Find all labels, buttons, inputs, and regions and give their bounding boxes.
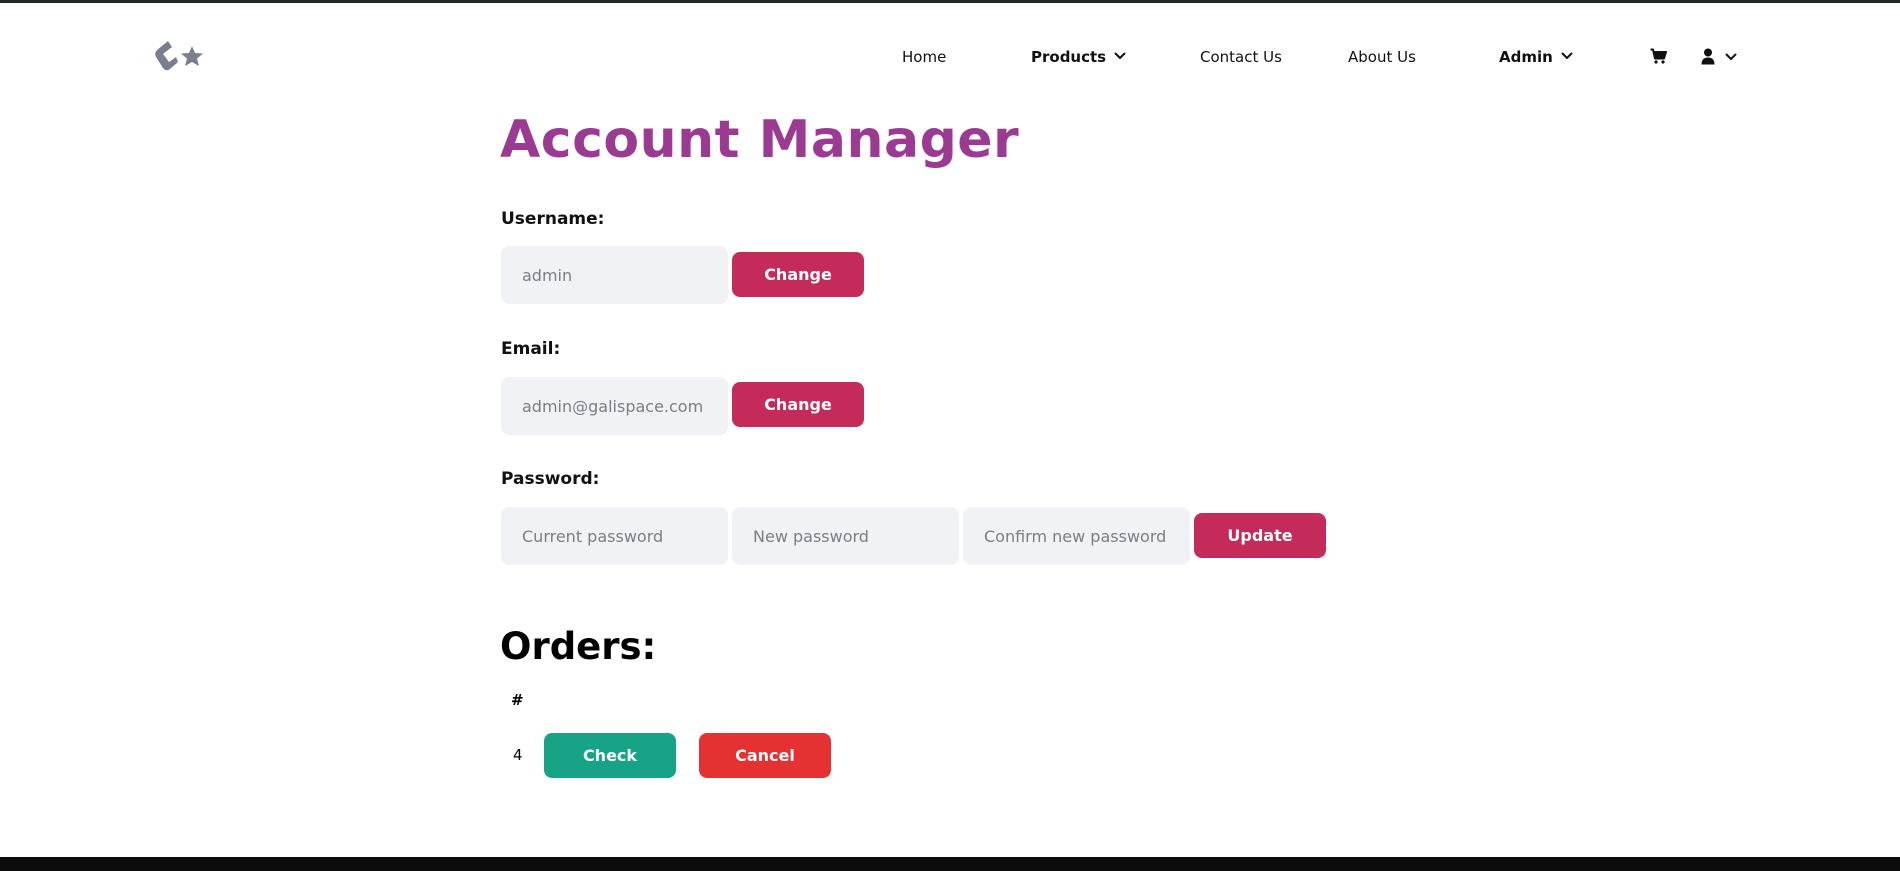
cart-icon[interactable] <box>1650 48 1667 64</box>
new-password-input[interactable] <box>732 507 959 565</box>
nav-contact-link[interactable]: Contact Us <box>1200 46 1282 68</box>
orders-heading: Orders: <box>500 625 657 668</box>
bottom-bar <box>0 857 1900 871</box>
update-password-button[interactable]: Update <box>1194 513 1326 558</box>
page-title: Account Manager <box>500 110 1020 170</box>
nav-admin-dropdown[interactable]: Admin <box>1499 46 1573 68</box>
username-input[interactable] <box>501 246 728 304</box>
nav-products-label: Products <box>1031 48 1107 66</box>
chevron-down-icon <box>1725 53 1737 60</box>
username-label: Username: <box>501 209 605 229</box>
chevron-down-icon <box>1561 52 1573 59</box>
cancel-order-button[interactable]: Cancel <box>699 733 831 778</box>
user-icon <box>1701 48 1715 65</box>
user-menu-dropdown[interactable] <box>1701 48 1741 65</box>
chevron-down-icon <box>1114 52 1126 59</box>
password-label: Password: <box>501 469 600 489</box>
nav-products-dropdown[interactable]: Products <box>1031 46 1126 68</box>
email-input[interactable] <box>501 377 728 435</box>
orders-column-number: # <box>511 691 524 709</box>
change-username-button[interactable]: Change <box>732 252 864 297</box>
nav-home-link[interactable]: Home <box>902 46 946 68</box>
top-border <box>0 0 1900 3</box>
check-order-button[interactable]: Check <box>544 733 676 778</box>
confirm-password-input[interactable] <box>963 507 1190 565</box>
change-email-button[interactable]: Change <box>732 382 864 427</box>
nav-admin-label: Admin <box>1499 48 1553 66</box>
main-nav: Home Products Contact Us About Us Admin <box>0 46 1900 68</box>
email-label: Email: <box>501 339 561 359</box>
nav-about-link[interactable]: About Us <box>1348 46 1416 68</box>
order-number: 4 <box>513 746 523 764</box>
current-password-input[interactable] <box>501 507 728 565</box>
